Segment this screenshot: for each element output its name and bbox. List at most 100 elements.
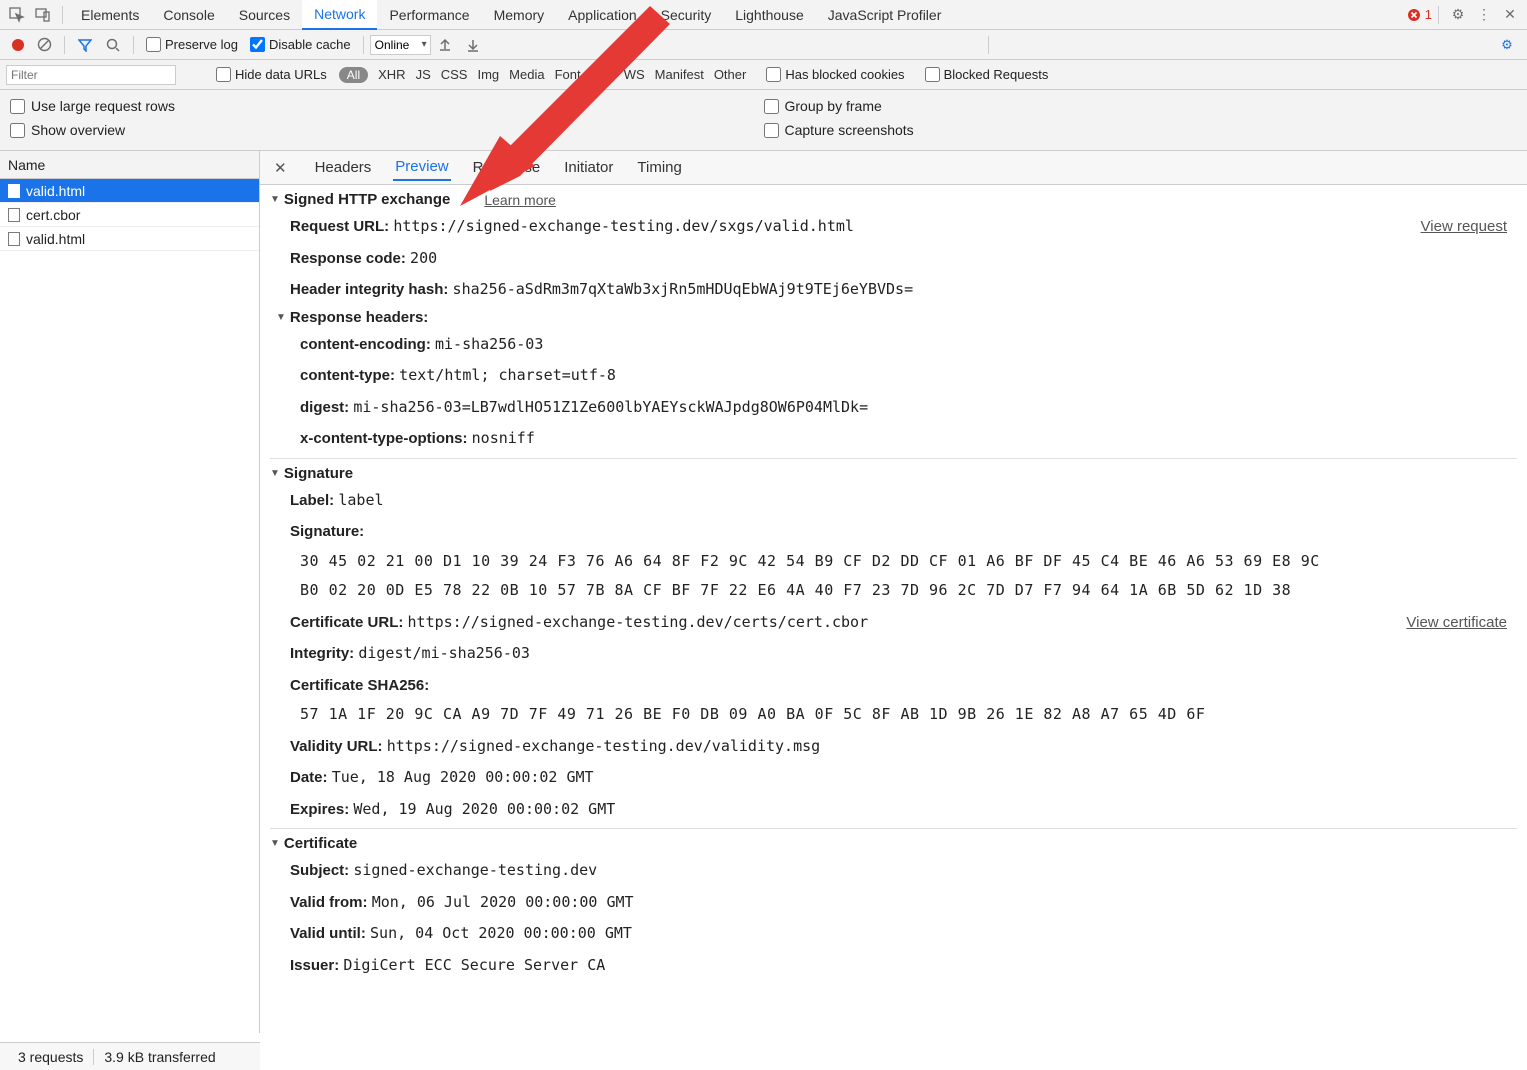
header-value: mi-sha256-03 <box>435 335 543 353</box>
tab-memory[interactable]: Memory <box>482 0 557 30</box>
network-settings-icon[interactable]: ⚙ <box>1497 35 1517 55</box>
detail-tab-preview[interactable]: Preview <box>393 154 450 181</box>
tab-elements[interactable]: Elements <box>69 0 151 30</box>
tab-performance[interactable]: Performance <box>377 0 481 30</box>
inspect-icon[interactable] <box>6 4 28 26</box>
network-options: Use large request rows Show overview Gro… <box>0 94 1527 142</box>
group-frame-label: Group by frame <box>785 98 882 114</box>
filter-chip-all[interactable]: All <box>339 67 368 83</box>
filter-chip-js[interactable]: JS <box>416 67 431 82</box>
value-integrity: digest/mi-sha256-03 <box>358 644 530 662</box>
detail-tab-initiator[interactable]: Initiator <box>562 155 615 180</box>
header-key: content-encoding: <box>300 336 431 353</box>
tab-security[interactable]: Security <box>649 0 724 30</box>
disable-cache-checkbox[interactable]: Disable cache <box>250 37 351 52</box>
tab-console[interactable]: Console <box>151 0 226 30</box>
section-title-signature[interactable]: Signature <box>270 465 1517 482</box>
filter-chip-media[interactable]: Media <box>509 67 544 82</box>
value-request-url: https://signed-exchange-testing.dev/sxgs… <box>393 217 854 235</box>
filter-bar: Hide data URLs All XHR JS CSS Img Media … <box>0 60 1527 90</box>
section-title-certificate[interactable]: Certificate <box>270 835 1517 852</box>
value-date: Tue, 18 Aug 2020 00:00:02 GMT <box>332 768 594 786</box>
preserve-log-checkbox[interactable]: Preserve log <box>146 37 238 52</box>
record-button[interactable] <box>12 39 24 51</box>
tab-jsprofiler[interactable]: JavaScript Profiler <box>816 0 954 30</box>
label-response-code: Response code: <box>290 250 406 267</box>
filter-chip-ws[interactable]: WS <box>624 67 645 82</box>
detail-tab-timing[interactable]: Timing <box>635 155 683 180</box>
tab-application[interactable]: Application <box>556 0 649 30</box>
filter-chip-css[interactable]: CSS <box>441 67 468 82</box>
hide-data-urls-checkbox[interactable]: Hide data URLs <box>216 67 327 82</box>
request-row[interactable]: valid.html <box>0 179 259 203</box>
label-valid-until: Valid until: <box>290 925 366 942</box>
learn-more-link[interactable]: Learn more <box>484 192 556 208</box>
filter-chip-font[interactable]: Font <box>555 67 581 82</box>
throttling-select[interactable]: Online <box>370 35 431 55</box>
label-cert-sha: Certificate SHA256: <box>290 677 429 694</box>
separator <box>1438 6 1439 24</box>
document-icon <box>8 232 20 246</box>
filter-icon[interactable] <box>75 35 95 55</box>
search-icon[interactable] <box>103 35 123 55</box>
request-row[interactable]: cert.cbor <box>0 203 259 227</box>
section-signature: Signature Label: label Signature: 30 45 … <box>270 458 1517 823</box>
request-name: valid.html <box>26 183 85 199</box>
clear-icon[interactable] <box>34 35 54 55</box>
error-count[interactable]: 1 <box>1407 7 1432 22</box>
upload-icon[interactable] <box>435 35 455 55</box>
value-issuer: DigiCert ECC Secure Server CA <box>343 956 605 974</box>
separator <box>62 6 63 24</box>
tab-lighthouse[interactable]: Lighthouse <box>723 0 816 30</box>
value-valid-until: Sun, 04 Oct 2020 00:00:00 GMT <box>370 924 632 942</box>
header-value: nosniff <box>472 429 535 447</box>
show-overview-label: Show overview <box>31 122 125 138</box>
error-count-value: 1 <box>1425 7 1432 22</box>
blocked-cookies-checkbox[interactable]: Has blocked cookies <box>766 67 904 82</box>
value-subject: signed-exchange-testing.dev <box>353 861 597 879</box>
large-rows-label: Use large request rows <box>31 98 175 114</box>
tab-sources[interactable]: Sources <box>227 0 302 30</box>
filter-chip-manifest[interactable]: Manifest <box>655 67 704 82</box>
detail-tab-response[interactable]: Response <box>471 155 543 180</box>
label-valid-from: Valid from: <box>290 894 368 911</box>
more-icon[interactable]: ⋮ <box>1473 4 1495 26</box>
section-title-sxg[interactable]: Signed HTTP exchangeLearn more <box>270 191 1517 208</box>
response-headers-title[interactable]: Response headers: <box>276 309 1517 326</box>
filter-chip-xhr[interactable]: XHR <box>378 67 405 82</box>
header-value: mi-sha256-03=LB7wdlHO51Z1Ze600lbYAEYsckW… <box>353 398 868 416</box>
view-certificate-link[interactable]: View certificate <box>1406 610 1507 636</box>
capture-screenshots-label: Capture screenshots <box>785 122 914 138</box>
blocked-requests-checkbox[interactable]: Blocked Requests <box>925 67 1049 82</box>
label-date: Date: <box>290 769 328 786</box>
hide-data-urls-label: Hide data URLs <box>235 67 327 82</box>
detail-tab-headers[interactable]: Headers <box>313 155 374 180</box>
close-detail-icon[interactable]: ✕ <box>268 159 293 177</box>
large-rows-checkbox[interactable]: Use large request rows <box>10 98 764 114</box>
section-certificate: Certificate Subject: signed-exchange-tes… <box>270 828 1517 978</box>
filter-chip-other[interactable]: Other <box>714 67 747 82</box>
filter-chip-img[interactable]: Img <box>477 67 499 82</box>
label-subject: Subject: <box>290 862 349 879</box>
document-icon <box>8 208 20 222</box>
download-icon[interactable] <box>463 35 483 55</box>
network-toolbar: Preserve log Disable cache Online ⚙ <box>0 30 1527 60</box>
view-request-link[interactable]: View request <box>1421 214 1507 240</box>
close-icon[interactable]: ✕ <box>1499 4 1521 26</box>
request-row[interactable]: valid.html <box>0 227 259 251</box>
document-icon <box>8 184 20 198</box>
separator <box>64 36 65 54</box>
capture-screenshots-checkbox[interactable]: Capture screenshots <box>764 122 1518 138</box>
show-overview-checkbox[interactable]: Show overview <box>10 122 764 138</box>
filter-chip-doc[interactable]: Doc <box>591 67 614 82</box>
value-siglabel: label <box>338 491 383 509</box>
settings-icon[interactable]: ⚙ <box>1447 4 1469 26</box>
value-expires: Wed, 19 Aug 2020 00:00:02 GMT <box>353 800 615 818</box>
filter-input[interactable] <box>6 65 176 85</box>
request-list-header[interactable]: Name <box>0 151 259 179</box>
tab-network[interactable]: Network <box>302 0 377 30</box>
resource-type-filter: All XHR JS CSS Img Media Font Doc WS Man… <box>339 67 747 83</box>
group-frame-checkbox[interactable]: Group by frame <box>764 98 1518 114</box>
header-key: digest: <box>300 399 349 416</box>
device-toggle-icon[interactable] <box>32 4 54 26</box>
